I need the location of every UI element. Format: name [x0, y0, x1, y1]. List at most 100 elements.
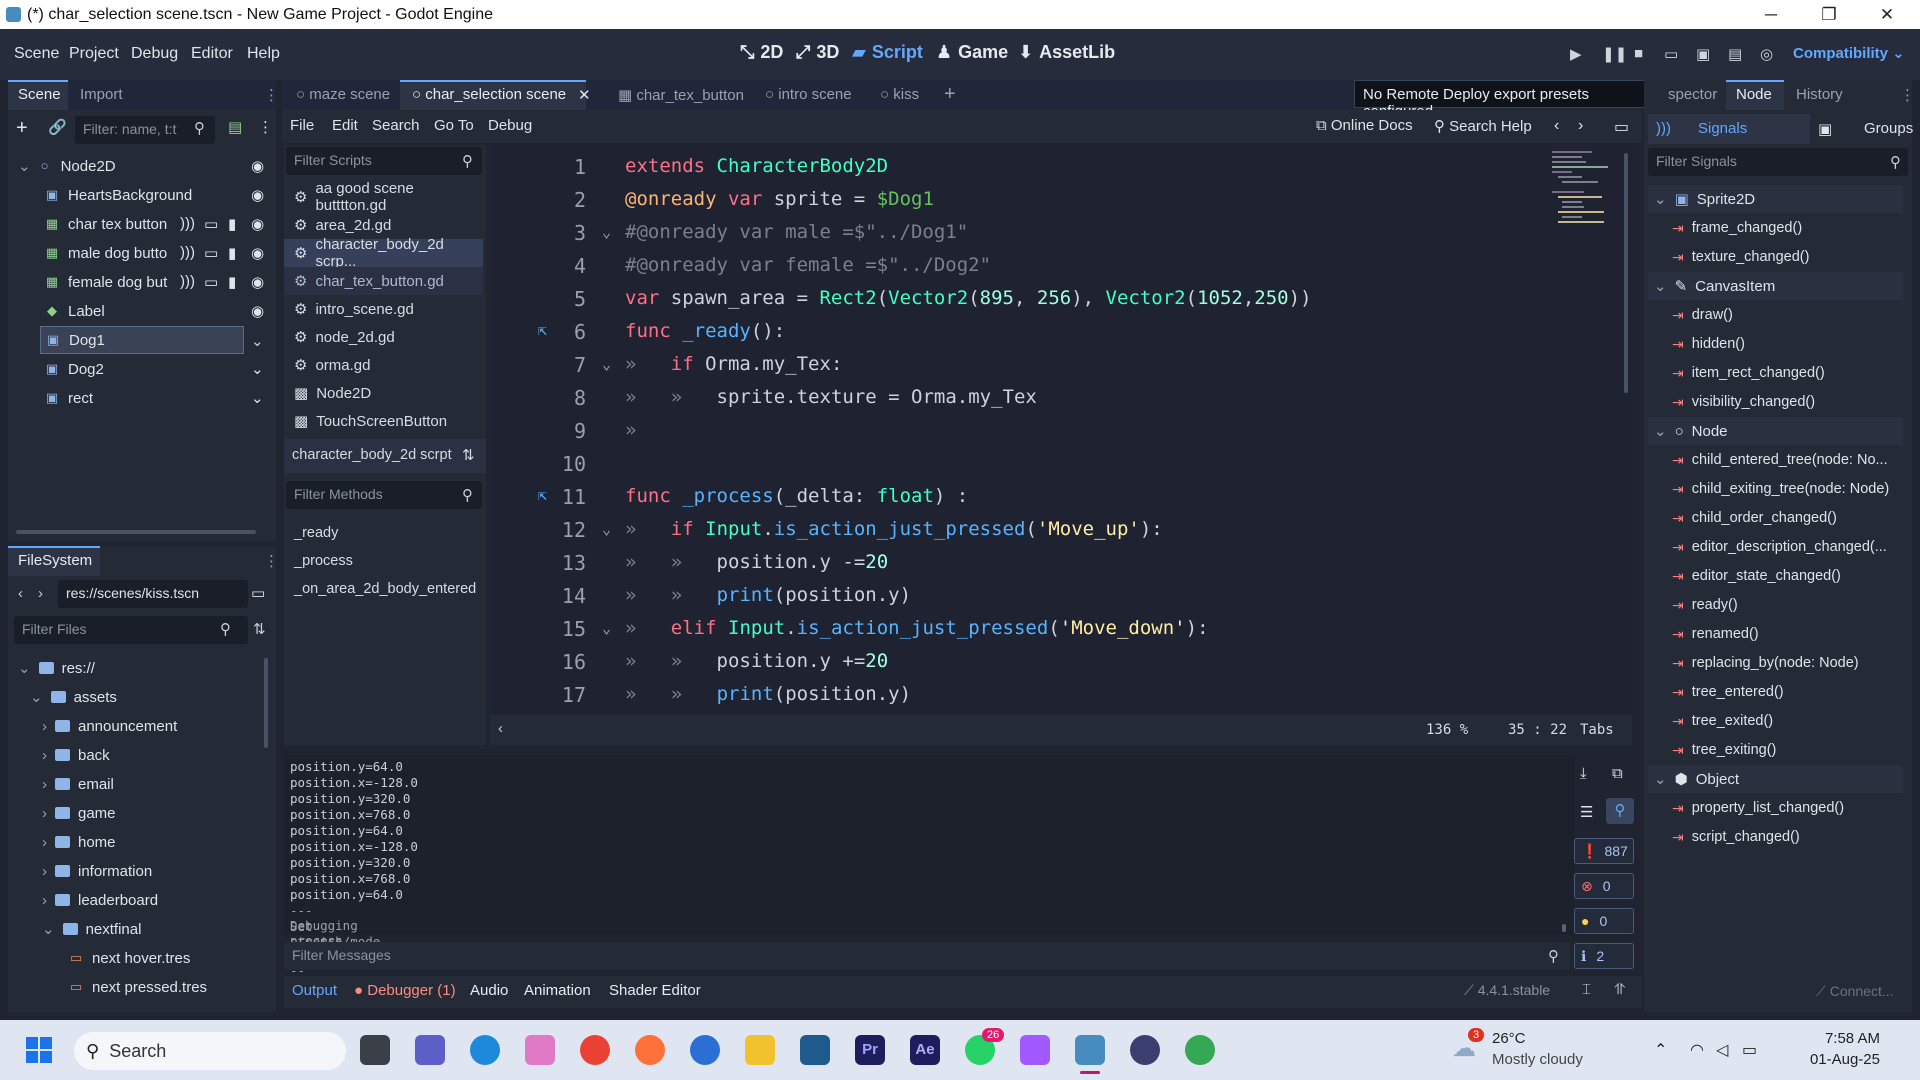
- close-window-button[interactable]: ✕: [1858, 0, 1916, 29]
- back-arrow-icon[interactable]: ‹: [18, 585, 23, 602]
- file-explorer-icon[interactable]: [745, 1035, 775, 1065]
- menu-scene[interactable]: Scene: [14, 45, 59, 63]
- script-item[interactable]: ⚙ area_2d.gd: [284, 211, 483, 239]
- vertical-scrollbar[interactable]: [1624, 153, 1628, 393]
- script-menu-edit[interactable]: Edit: [332, 117, 358, 134]
- tab-filesystem[interactable]: FileSystem: [18, 552, 92, 569]
- filter-messages-input[interactable]: Filter Messages: [284, 942, 1570, 970]
- indent-mode[interactable]: Tabs: [1580, 722, 1614, 738]
- taskbar-search[interactable]: ⚲ Search: [74, 1032, 346, 1070]
- tree-node-root[interactable]: ⌄ ○ Node2D ◉: [8, 152, 276, 180]
- firefox-icon[interactable]: [635, 1035, 665, 1065]
- add-tab-icon[interactable]: +: [944, 83, 956, 106]
- menu-help[interactable]: Help: [247, 45, 280, 63]
- pin-icon[interactable]: ⌶: [1582, 981, 1591, 998]
- signal-item[interactable]: ⇥ visibility_changed(): [1672, 388, 1815, 416]
- script-menu-file[interactable]: File: [290, 117, 314, 134]
- signal-group-sprite2d[interactable]: ⌄ ▣ Sprite2D: [1648, 185, 1903, 213]
- workspace-game-button[interactable]: ♟ Game: [936, 42, 1008, 63]
- filter-warnings-toggle[interactable]: ● 0: [1574, 908, 1634, 934]
- minimize-button[interactable]: ─: [1742, 0, 1800, 29]
- script-attached-icon[interactable]: ▮: [228, 215, 236, 233]
- app-icon[interactable]: [800, 1035, 830, 1065]
- group-icon[interactable]: ▭: [204, 273, 218, 291]
- tab-node[interactable]: Node: [1736, 86, 1772, 103]
- menu-debug[interactable]: Debug: [131, 45, 178, 63]
- prev-script-icon[interactable]: ‹: [1554, 117, 1559, 135]
- sort-icon[interactable]: ⇅: [253, 620, 266, 638]
- connect-button[interactable]: ⟋ Connect...: [1816, 983, 1894, 1000]
- group-icon[interactable]: ▭: [204, 244, 218, 262]
- wifi-icon[interactable]: ◠: [1690, 1040, 1704, 1060]
- chrome-profile-icon[interactable]: [1185, 1035, 1215, 1065]
- fs-folder[interactable]: › information: [42, 857, 152, 885]
- group-icon[interactable]: ▭: [204, 215, 218, 233]
- fold-icon[interactable]: ⌄: [602, 520, 611, 538]
- doc-item[interactable]: ▩ Node2D: [284, 379, 483, 407]
- signal-item[interactable]: ⇥ replacing_by(node: Node): [1672, 649, 1859, 677]
- signal-icon[interactable]: ))): [180, 215, 195, 232]
- tab-history[interactable]: History: [1796, 86, 1843, 103]
- signal-connection-icon[interactable]: ⇱: [538, 486, 547, 504]
- visibility-eye-icon[interactable]: ◉: [251, 302, 264, 320]
- split-view-icon[interactable]: ▭: [251, 584, 265, 602]
- premiere-icon[interactable]: Pr: [855, 1035, 885, 1065]
- tree-node[interactable]: ▦ char tex button ))) ▭ ▮ ◉: [8, 210, 276, 238]
- fs-folder[interactable]: › home: [42, 828, 116, 856]
- tab-char-selection-scene[interactable]: ○ char_selection scene: [412, 86, 566, 103]
- filter-signals-input[interactable]: Filter Signals: [1648, 148, 1908, 176]
- filter-files-input[interactable]: Filter Files: [14, 616, 248, 644]
- fs-folder[interactable]: ⌄ nextfinal: [42, 915, 141, 943]
- vertical-scrollbar[interactable]: [264, 658, 268, 748]
- signal-item[interactable]: ⇥ tree_entered(): [1672, 678, 1784, 706]
- edge-icon[interactable]: [470, 1035, 500, 1065]
- hidden-eye-icon[interactable]: ⌄: [251, 332, 264, 350]
- fs-file[interactable]: ▭ next hover.tres: [68, 944, 191, 972]
- windows-start-icon[interactable]: [26, 1037, 52, 1063]
- script-attached-icon[interactable]: ▮: [228, 273, 236, 291]
- zoom-level[interactable]: 136 %: [1426, 722, 1468, 738]
- play-custom-scene-icon[interactable]: ▤: [1728, 45, 1742, 63]
- signal-icon[interactable]: ))): [180, 273, 195, 290]
- code-editor[interactable]: 1 2 3 4 5 6 7 8 9 10 11 12 13 14 15 16 1…: [490, 145, 1632, 715]
- signal-item[interactable]: ⇥ child_exiting_tree(node: Node): [1672, 475, 1889, 503]
- app-icon[interactable]: [690, 1035, 720, 1065]
- tree-node[interactable]: ▦ male dog butto ))) ▭ ▮ ◉: [8, 239, 276, 267]
- search-toggle-icon[interactable]: ⚲: [1606, 798, 1634, 824]
- after-effects-icon[interactable]: Ae: [910, 1035, 940, 1065]
- copy-output-icon[interactable]: ⤓: [1580, 765, 1587, 782]
- signal-connection-icon[interactable]: ⇱: [538, 321, 547, 339]
- signals-tab[interactable]: ))) Signals: [1648, 114, 1810, 144]
- tab-char-tex-button[interactable]: ▦ char_tex_button: [618, 86, 744, 104]
- search-help-button[interactable]: ⚲ Search Help: [1434, 117, 1532, 135]
- weather-temp[interactable]: 26°C: [1492, 1030, 1526, 1047]
- app-icon[interactable]: [1130, 1035, 1160, 1065]
- signal-item[interactable]: ⇥ tree_exited(): [1672, 707, 1773, 735]
- visibility-eye-icon[interactable]: ◉: [251, 157, 264, 175]
- tab-output[interactable]: Output: [292, 982, 337, 999]
- fs-folder[interactable]: › game: [42, 799, 116, 827]
- next-script-icon[interactable]: ›: [1578, 117, 1583, 135]
- menu-project[interactable]: Project: [69, 45, 119, 63]
- clear-output-icon[interactable]: ⧉: [1612, 765, 1623, 782]
- close-tab-icon[interactable]: ✕: [578, 86, 591, 104]
- signal-item[interactable]: ⇥ hidden(): [1672, 330, 1745, 358]
- method-item[interactable]: _on_area_2d_body_entered: [284, 575, 483, 603]
- path-input[interactable]: res://scenes/kiss.tscn: [58, 580, 248, 608]
- script-item[interactable]: ⚙ intro_scene.gd: [284, 295, 483, 323]
- tree-node[interactable]: ▣ rect ⌄: [8, 384, 276, 412]
- task-view-icon[interactable]: [360, 1035, 390, 1065]
- renderer-select[interactable]: Compatibility ⌄: [1793, 44, 1905, 62]
- collapse-icon[interactable]: ☰: [1580, 803, 1593, 821]
- fold-icon[interactable]: ⌄: [602, 355, 611, 373]
- clock-time[interactable]: 7:58 AM: [1800, 1030, 1880, 1047]
- signal-item[interactable]: ⇥ child_entered_tree(node: No...: [1672, 446, 1888, 474]
- filter-errors-toggle[interactable]: ⊗ 0: [1574, 873, 1634, 899]
- code-minimap[interactable]: [1548, 145, 1618, 255]
- fs-folder[interactable]: ⌄ assets: [30, 683, 117, 711]
- script-item[interactable]: ⚙ orma.gd: [284, 351, 483, 379]
- script-menu-goto[interactable]: Go To: [434, 117, 474, 134]
- chrome-icon[interactable]: [580, 1035, 610, 1065]
- toggle-scripts-panel-icon[interactable]: ‹: [498, 720, 503, 737]
- signal-group-object[interactable]: ⌄ ⬢ Object: [1648, 765, 1903, 793]
